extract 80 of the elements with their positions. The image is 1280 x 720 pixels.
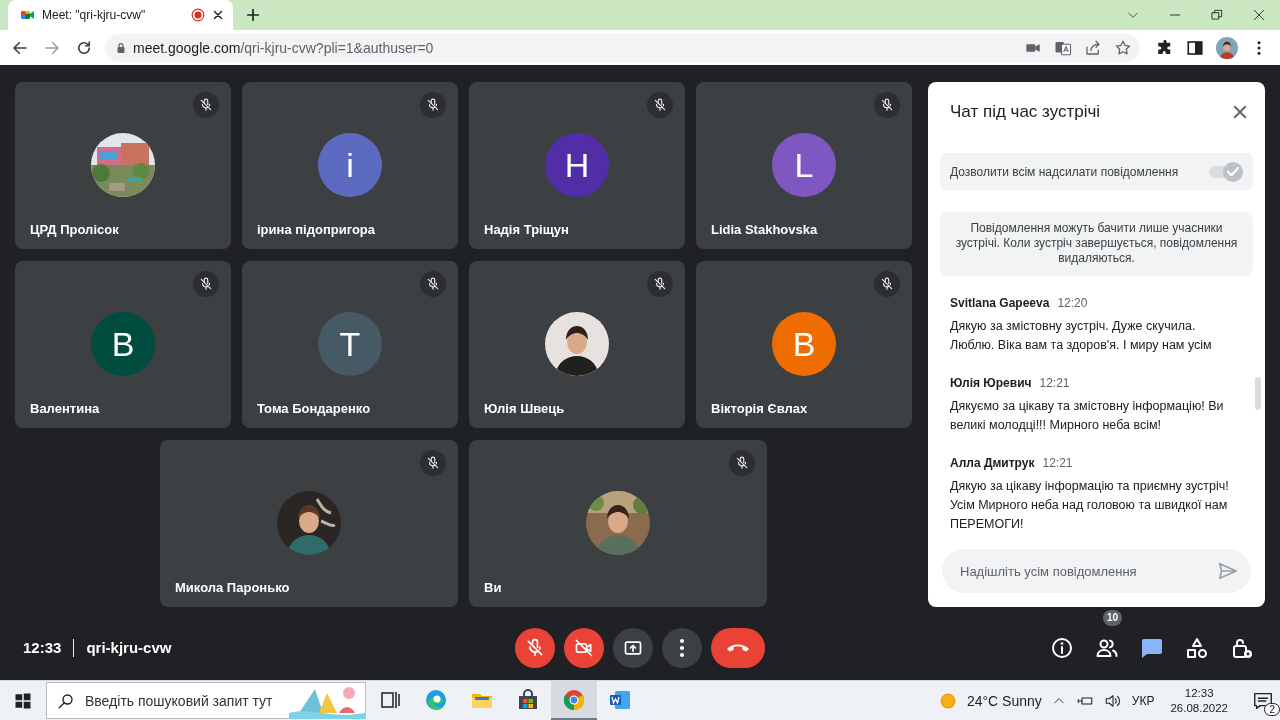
message-author: Svitlana Gapeeva — [950, 296, 1050, 310]
present-button[interactable] — [613, 627, 653, 668]
participant-name: ірина підопригора — [257, 222, 376, 237]
browser-tab[interactable]: Meet: "qri-kjru-cvw" — [8, 0, 233, 30]
participant-name: Вікторія Євлах — [711, 401, 808, 416]
message-time: 12:21 — [1042, 456, 1073, 470]
search-box[interactable]: Введіть пошуковий запит тут — [46, 682, 366, 719]
avatar: В — [772, 312, 836, 376]
toggle-switch[interactable] — [1209, 161, 1243, 182]
setting-label: Дозволити всім надсилати повідомлення — [950, 164, 1179, 179]
message-input[interactable]: Надішліть усім повідомлення — [958, 562, 1217, 580]
close-icon — [1231, 103, 1249, 121]
more-icon — [680, 638, 684, 657]
message-field[interactable]: Надішліть усім повідомлення — [942, 549, 1251, 593]
message-author: Алла Дмитрук — [950, 456, 1035, 470]
windows-icon — [14, 691, 32, 710]
reload-icon — [75, 38, 93, 57]
participant-name: Lidia Stakhovska — [711, 222, 818, 237]
clock-date: 26.08.2022 — [1170, 700, 1228, 716]
language-indicator[interactable]: УКР — [1131, 693, 1155, 708]
meeting-time: 12:33 — [23, 639, 62, 656]
browser-icon — [562, 687, 586, 712]
message-text: Дякуємо за цікаву та змістовну інформацію! Ви великі молодці!!! Мирного неба всім! — [950, 398, 1225, 434]
camera-off-icon — [574, 637, 594, 658]
search-icon — [57, 691, 75, 710]
close-tab-button[interactable] — [211, 8, 225, 22]
scrollbar-thumb[interactable] — [1255, 377, 1261, 410]
avatar: L — [772, 133, 836, 197]
count-badge: 10 — [1103, 609, 1123, 626]
avatar: і — [318, 133, 382, 197]
tab-title: Meet: "qri-kjru-cvw" — [42, 8, 147, 22]
sun-icon — [938, 691, 957, 710]
close-icon[interactable] — [1252, 8, 1266, 22]
shopping-bag-icon — [516, 687, 540, 712]
search-field[interactable]: Введіть пошуковий запит тут — [83, 691, 281, 710]
message-author: Юлія Юревич — [950, 376, 1032, 390]
muted-mic-icon — [525, 637, 545, 658]
camera-button[interactable] — [564, 627, 604, 668]
participant-name: Тома Бондаренко — [257, 401, 371, 416]
browser-icon — [424, 687, 448, 712]
participant-name: Валентина — [30, 401, 100, 416]
microphone-button[interactable] — [515, 627, 555, 668]
share-icon[interactable] — [1084, 38, 1102, 57]
notification-count: 2 — [1264, 702, 1280, 716]
clock[interactable]: 12:33 26.08.2022 — [1164, 685, 1234, 716]
new-tab-button[interactable] — [245, 7, 261, 23]
avatar: В — [91, 312, 155, 376]
message-text: Дякую за змістовну зустріч. Дуже скучила. Люблю. Віка вам та здоров'я. І миру нам усім — [950, 318, 1213, 354]
profile-avatar[interactable] — [1216, 36, 1238, 59]
participant-name: ЦРД Пролісок — [30, 222, 119, 237]
side-panel-icon[interactable] — [1186, 38, 1204, 57]
phone-hang-up-icon — [727, 643, 749, 652]
more-options-button[interactable] — [662, 627, 702, 668]
plus-icon — [245, 7, 261, 23]
close-icon — [211, 8, 225, 22]
lock-icon — [115, 41, 127, 54]
participant-name: Надія Тріщун — [484, 222, 569, 237]
address-bar[interactable]: meet.google.com/qri-kjru-cvw?pli=1&authuser=0 — [105, 33, 1140, 62]
weather-text: 24°C Sunny — [966, 692, 1042, 709]
participant-name: Юлія Швець — [484, 401, 565, 416]
message-text: Дякую за цікаву інформацію та приємну зустріч! Усім Мирного неба над головою та швидкої нам ПЕРЕМОГИ! — [950, 478, 1230, 533]
check-icon — [1227, 167, 1239, 176]
info-icon — [1050, 635, 1074, 660]
star-icon[interactable] — [1114, 38, 1132, 57]
participant-name: Микола Паронько — [175, 580, 290, 595]
info-notice: Повідомлення можуть бачити лише учасники зустрічі. Коли зустріч завершується, повідомлення видаляються. — [940, 212, 1253, 276]
shapes-icon — [1185, 635, 1209, 660]
avatar: Т — [318, 312, 382, 376]
clock-time: 12:33 — [1184, 685, 1214, 701]
message-time: 12:21 — [1039, 376, 1070, 390]
close-button[interactable] — [1231, 103, 1249, 121]
people-button[interactable]: 10 — [1091, 609, 1123, 664]
message-time: 12:20 — [1057, 296, 1088, 310]
meeting-code: qri-kjru-cvw — [86, 639, 172, 656]
panel-title: Чат під час зустрічі — [950, 102, 1101, 122]
avatar: Н — [545, 133, 609, 197]
leave-call-button[interactable] — [711, 627, 765, 668]
url-text: meet.google.com/qri-kjru-cvw?pli=1&authuser=0 — [133, 39, 435, 56]
participant-name: Ви — [484, 580, 502, 595]
restore-icon[interactable] — [1210, 8, 1224, 22]
